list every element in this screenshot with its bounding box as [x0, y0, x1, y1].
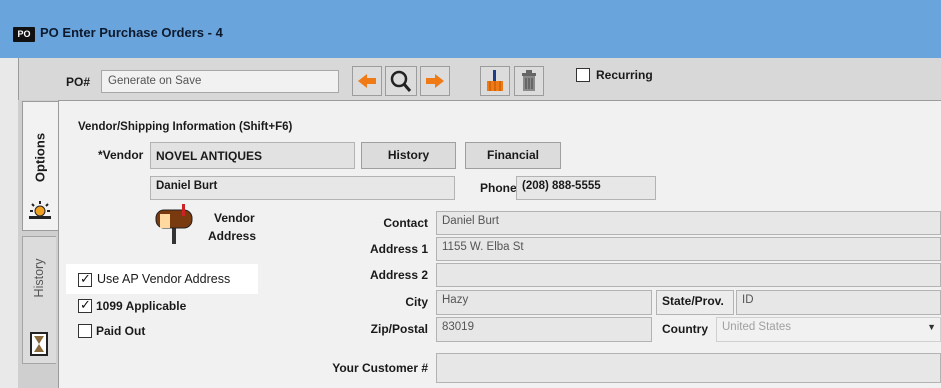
checkmark-icon: ✓ [80, 297, 91, 312]
previous-button[interactable] [352, 66, 382, 96]
contact-field[interactable]: Daniel Burt [436, 211, 941, 235]
paid-out-checkbox[interactable] [78, 324, 92, 338]
next-button[interactable] [420, 66, 450, 96]
app-badge: PO [13, 27, 35, 42]
po-number-label: PO# [66, 75, 91, 89]
po-number-field[interactable]: Generate on Save [101, 70, 339, 93]
customer-number-field[interactable] [436, 353, 941, 383]
tab-history-label: History [32, 258, 46, 298]
arrow-right-icon [426, 74, 444, 88]
window-title: PO Enter Purchase Orders - 4 [40, 25, 223, 40]
address2-label: Address 2 [369, 268, 428, 282]
state-label: State/Prov. [656, 290, 734, 315]
mailbox-icon [155, 204, 193, 244]
contact-label: Contact [383, 216, 428, 230]
state-field[interactable]: ID [736, 290, 941, 315]
address1-field[interactable]: 1155 W. Elba St [436, 237, 941, 261]
broom-icon [487, 70, 503, 91]
use-ap-vendor-address-checkbox[interactable]: ✓ [78, 271, 92, 287]
zip-field[interactable]: 83019 [436, 317, 652, 342]
tab-options[interactable]: Options [22, 101, 58, 231]
vendor-address-label-line2: Address [208, 229, 257, 243]
recurring-checkbox[interactable] [576, 68, 590, 82]
paid-out-label: Paid Out [96, 324, 146, 338]
use-ap-vendor-address-label: Use AP Vendor Address [97, 272, 231, 286]
search-button[interactable] [385, 66, 417, 96]
chevron-down-icon: ▼ [927, 322, 936, 332]
clear-button[interactable] [480, 66, 510, 96]
address1-label: Address 1 [369, 242, 428, 256]
history-button[interactable]: History [361, 142, 456, 169]
address2-field[interactable] [436, 263, 941, 287]
1099-applicable-checkbox[interactable]: ✓ [78, 297, 92, 313]
recurring-label: Recurring [596, 68, 653, 82]
section-heading: Vendor/Shipping Information (Shift+F6) [78, 121, 293, 133]
sun-icon [29, 201, 51, 219]
country-select[interactable]: United States ▼ [716, 317, 941, 342]
checkmark-icon: ✓ [80, 271, 91, 286]
vendor-name-field[interactable]: NOVEL ANTIQUES [150, 142, 355, 169]
financial-button[interactable]: Financial [465, 142, 561, 169]
country-label: Country [662, 322, 708, 336]
tab-options-label: Options [32, 132, 48, 183]
trash-icon [522, 70, 536, 91]
city-field[interactable]: Hazy [436, 290, 652, 315]
vendor-contact-field[interactable]: Daniel Burt [150, 176, 455, 200]
phone-label: Phone [480, 181, 517, 195]
hourglass-icon [30, 332, 48, 356]
1099-applicable-label: 1099 Applicable [96, 299, 187, 313]
city-label: City [405, 295, 428, 309]
country-value: United States [722, 321, 792, 333]
arrow-left-icon [358, 74, 376, 88]
customer-number-label: Your Customer # [332, 361, 428, 375]
magnifier-icon [390, 70, 412, 92]
phone-field[interactable]: (208) 888-5555 [516, 176, 656, 200]
zip-label: Zip/Postal [370, 322, 428, 336]
tab-history[interactable]: History [22, 236, 56, 364]
vendor-label: *Vendor [98, 148, 144, 162]
delete-button[interactable] [514, 66, 544, 96]
vendor-address-label-line1: Vendor [214, 211, 255, 225]
